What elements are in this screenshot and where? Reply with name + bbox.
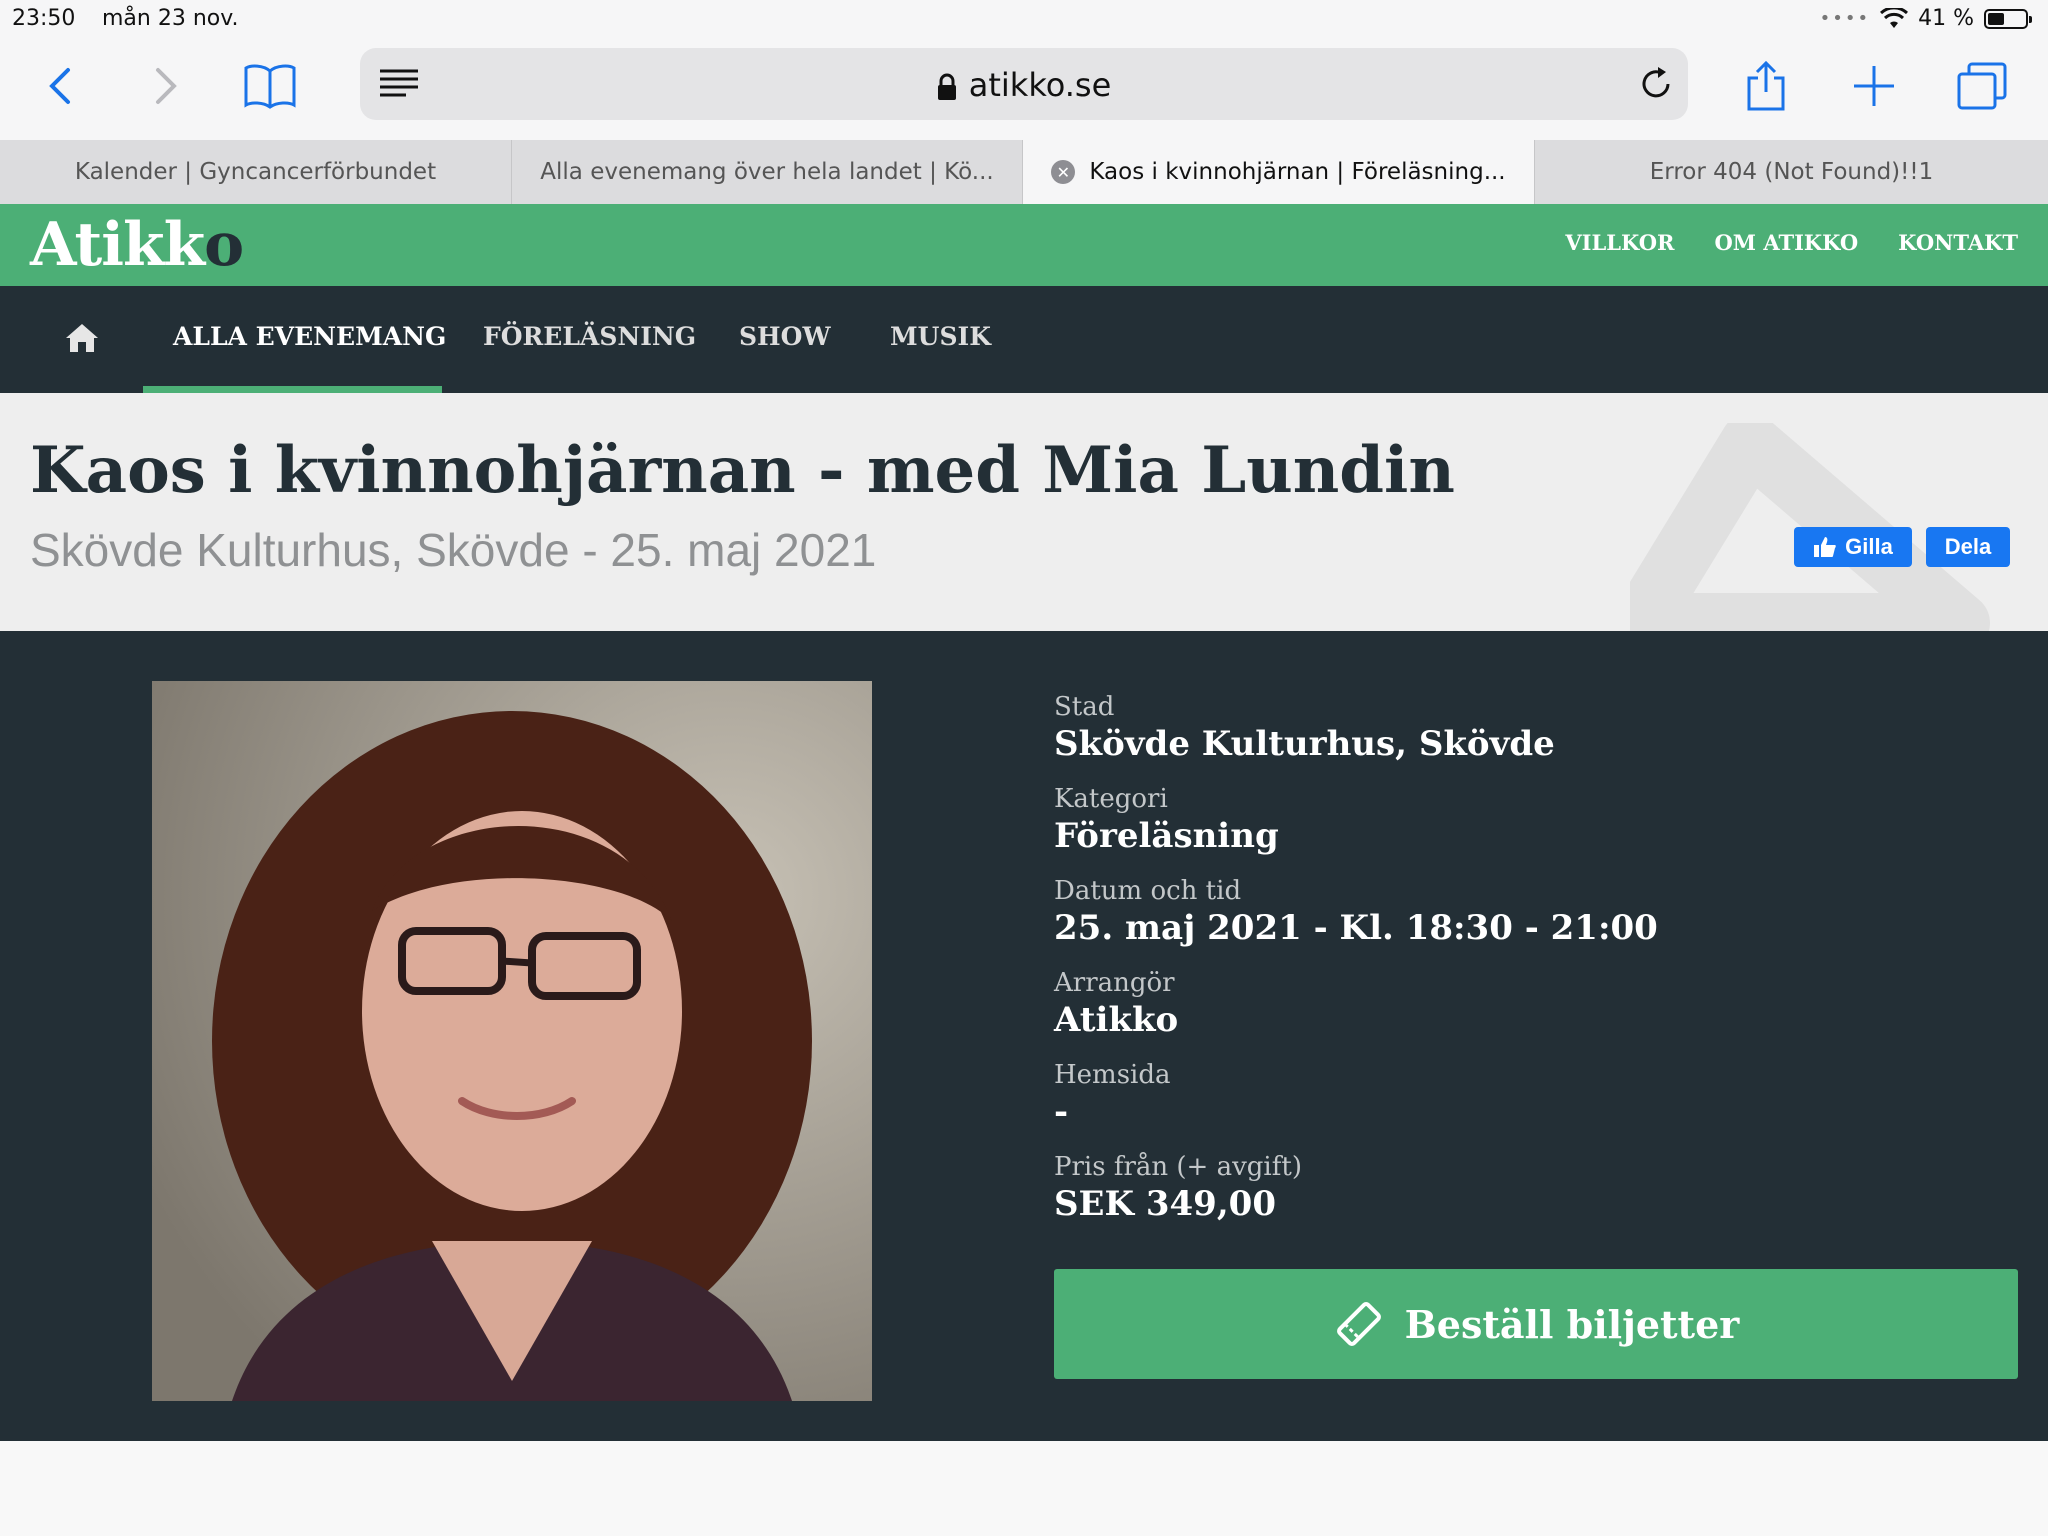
- ticket-icon: [1336, 1302, 1381, 1346]
- home-icon[interactable]: [64, 322, 100, 354]
- status-time: 23:50: [12, 6, 76, 31]
- event-photo: [152, 681, 872, 1401]
- nav-musik[interactable]: MUSIK: [890, 322, 991, 351]
- status-date: mån 23 nov.: [102, 6, 239, 31]
- plus-icon: [1854, 66, 1894, 106]
- link-kontakt[interactable]: KONTAKT: [1898, 230, 2018, 255]
- chevron-left-icon: [49, 68, 70, 104]
- logo-text: Atikk: [30, 210, 205, 280]
- nav-forelasning[interactable]: FÖRELÄSNING: [483, 322, 696, 351]
- event-title: Kaos i kvinnohjärnan - med Mia Lundin: [30, 433, 1455, 508]
- tab-label: Kaos i kvinnohjärnan | Föreläsning...: [1089, 159, 1506, 185]
- field-label-arrangor: Arrangör: [1054, 968, 1175, 998]
- facebook-like-button[interactable]: Gilla: [1794, 527, 1912, 567]
- field-value-stad: Skövde Kulturhus, Skövde: [1054, 724, 1555, 764]
- field-value-arrangor: Atikko: [1054, 1000, 1179, 1040]
- back-button[interactable]: [30, 56, 90, 116]
- facebook-share-button[interactable]: Dela: [1926, 527, 2010, 567]
- battery-icon: [1984, 8, 2032, 29]
- order-tickets-button[interactable]: Beställ biljetter: [1054, 1269, 2018, 1379]
- browser-tabs: Kalender | Gyncancerförbundet Alla evene…: [0, 140, 2048, 204]
- field-label-hemsida: Hemsida: [1054, 1060, 1171, 1090]
- field-value-pris: SEK 349,00: [1054, 1184, 1276, 1224]
- book-icon: [244, 64, 296, 109]
- share-label: Dela: [1944, 534, 1992, 559]
- chevron-right-icon: [156, 68, 177, 104]
- signal-icon: ••••: [1819, 8, 1871, 29]
- browser-toolbar: atikko.se: [0, 40, 2048, 140]
- tab-label: Error 404 (Not Found)!!1: [1649, 159, 1934, 185]
- active-nav-indicator: [143, 386, 442, 393]
- link-villkor[interactable]: VILLKOR: [1565, 230, 1674, 255]
- main-nav: ALLA EVENEMANG FÖRELÄSNING SHOW MUSIK: [0, 286, 2048, 393]
- share-button[interactable]: [1736, 56, 1796, 116]
- nav-show[interactable]: SHOW: [739, 322, 831, 351]
- field-label-datum: Datum och tid: [1054, 876, 1242, 906]
- tabs-icon: [1957, 62, 2007, 110]
- logo-text-end: o: [204, 210, 244, 280]
- status-bar: 23:50 mån 23 nov. •••• 41 %: [0, 0, 2048, 40]
- tab-gyncancer[interactable]: Kalender | Gyncancerförbundet: [0, 140, 512, 204]
- new-tab-button[interactable]: [1844, 56, 1904, 116]
- nav-alla-evenemang[interactable]: ALLA EVENEMANG: [173, 322, 446, 351]
- tab-label: Kalender | Gyncancerförbundet: [74, 159, 437, 185]
- url-text: atikko.se: [968, 66, 1112, 104]
- field-label-kategori: Kategori: [1054, 784, 1168, 814]
- like-label: Gilla: [1845, 534, 1893, 559]
- event-subtitle: Skövde Kulturhus, Skövde - 25. maj 2021: [30, 524, 877, 576]
- field-value-hemsida: -: [1054, 1092, 1069, 1132]
- wifi-icon: [1880, 7, 1909, 28]
- close-tab-icon[interactable]: ✕: [1051, 160, 1076, 184]
- field-value-datum: 25. maj 2021 - Kl. 18:30 - 21:00: [1054, 908, 1658, 948]
- tab-label: Alla evenemang över hela landet | Kö...: [540, 159, 994, 185]
- reload-icon[interactable]: [1638, 66, 1674, 102]
- site-header: Atikko VILLKOR OM ATIKKO KONTAKT: [0, 204, 2048, 286]
- address-bar[interactable]: atikko.se: [360, 48, 1688, 120]
- top-links: VILLKOR OM ATIKKO KONTAKT: [1565, 230, 2018, 255]
- thumbs-up-icon: [1814, 537, 1836, 557]
- tabs-button[interactable]: [1952, 56, 2012, 116]
- bookmarks-button[interactable]: [240, 56, 300, 116]
- site-logo[interactable]: Atikko: [30, 210, 244, 280]
- event-title-band: Kaos i kvinnohjärnan - med Mia Lundin Sk…: [0, 393, 2048, 631]
- forward-button[interactable]: [136, 56, 196, 116]
- field-value-kategori: Föreläsning: [1054, 816, 1279, 856]
- portrait-image: [152, 681, 872, 1401]
- tab-alla-evenemang[interactable]: Alla evenemang över hela landet | Kö...: [512, 140, 1023, 204]
- tab-kaos[interactable]: ✕ Kaos i kvinnohjärnan | Föreläsning...: [1023, 140, 1535, 204]
- status-indicators: •••• 41 %: [1819, 6, 2032, 31]
- url-display[interactable]: atikko.se: [360, 66, 1688, 104]
- field-label-pris: Pris från (+ avgift): [1054, 1152, 1302, 1182]
- tab-error[interactable]: Error 404 (Not Found)!!1: [1535, 140, 2048, 204]
- share-icon: [1747, 60, 1785, 111]
- order-tickets-label: Beställ biljetter: [1404, 1301, 1740, 1347]
- lock-icon: [937, 73, 956, 100]
- link-om-atikko[interactable]: OM ATIKKO: [1714, 230, 1858, 255]
- event-info-list: Stad Skövde Kulturhus, Skövde Kategori F…: [1054, 691, 1658, 1243]
- page-below: [0, 1441, 2048, 1536]
- battery-percent: 41 %: [1918, 6, 1974, 31]
- event-details-section: Stad Skövde Kulturhus, Skövde Kategori F…: [0, 631, 2048, 1441]
- field-label-stad: Stad: [1054, 692, 1115, 722]
